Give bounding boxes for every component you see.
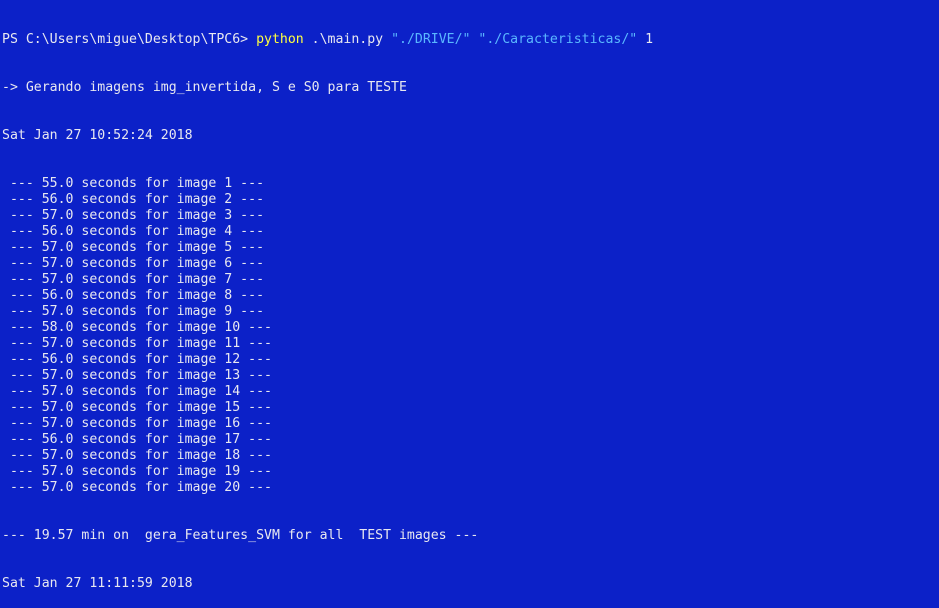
command-script: .\main.py [303,32,392,47]
timing-line: --- 57.0 seconds for image 9 --- [2,304,265,319]
timing-line: --- 55.0 seconds for image 1 --- [2,176,265,191]
command-arg-features: "./Caracteristicas/" [478,32,638,47]
powershell-console[interactable]: PS C:\Users\migue\Desktop\TPC6> python .… [0,0,939,591]
timing-line: --- 57.0 seconds for image 16 --- [2,416,272,431]
timing-line: --- 57.0 seconds for image 13 --- [2,368,272,383]
timing-line: --- 56.0 seconds for image 4 --- [2,224,265,239]
summary-line: --- 19.57 min on gera_Features_SVM for a… [2,528,479,543]
shell-prompt: PS C:\Users\migue\Desktop\TPC6> [2,32,257,47]
command-line: PS C:\Users\migue\Desktop\TPC6> python .… [2,32,939,48]
timing-line: --- 57.0 seconds for image 11 --- [2,336,272,351]
output-header: -> Gerando imagens img_invertida, S e S0… [2,80,407,95]
timing-line: --- 57.0 seconds for image 7 --- [2,272,265,287]
timing-line: --- 57.0 seconds for image 3 --- [2,208,265,223]
timing-lines: --- 55.0 seconds for image 1 --- --- 56.… [2,176,939,496]
timing-line: --- 57.0 seconds for image 14 --- [2,384,272,399]
timing-line: --- 57.0 seconds for image 5 --- [2,240,265,255]
timing-line: --- 57.0 seconds for image 18 --- [2,448,272,463]
command-name: python [256,32,304,47]
timing-line: --- 58.0 seconds for image 10 --- [2,320,272,335]
timing-line: --- 57.0 seconds for image 20 --- [2,480,272,495]
start-timestamp: Sat Jan 27 10:52:24 2018 [2,128,193,143]
timing-line: --- 57.0 seconds for image 15 --- [2,400,272,415]
command-arg-drive: "./DRIVE/" [391,32,471,47]
timing-line: --- 56.0 seconds for image 17 --- [2,432,272,447]
timing-line: --- 56.0 seconds for image 8 --- [2,288,265,303]
command-arg-count: 1 [637,32,654,47]
timing-line: --- 57.0 seconds for image 19 --- [2,464,272,479]
timing-line: --- 56.0 seconds for image 2 --- [2,192,265,207]
timing-line: --- 56.0 seconds for image 12 --- [2,352,272,367]
end-timestamp: Sat Jan 27 11:11:59 2018 [2,576,193,591]
timing-line: --- 57.0 seconds for image 6 --- [2,256,265,271]
